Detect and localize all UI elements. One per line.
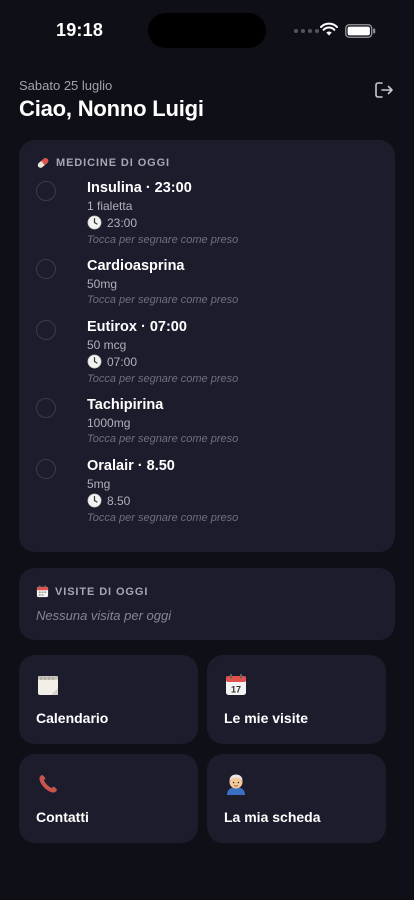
medicine-name: Insulina · 23:00 [87, 180, 192, 196]
medicine-item-eutirox[interactable]: Eutirox · 07:00 50 mcg 07:00 Tocca per s… [36, 319, 386, 387]
notepad-icon [38, 676, 58, 695]
tile-label: Contatti [36, 809, 89, 825]
medicine-item-cardioasprina[interactable]: Cardioasprina 50mg Tocca per segnare com… [36, 258, 386, 308]
header: Sabato 25 luglio Ciao, Nonno Luigi [19, 78, 395, 122]
dynamic-island [148, 13, 266, 48]
medicine-item-tachipirina[interactable]: Tachipirina 1000mg Tocca per segnare com… [36, 397, 386, 447]
greeting-title: Ciao, Nonno Luigi [19, 96, 204, 121]
medicine-dose: 1000mg [87, 416, 131, 430]
medicine-dose: 1 fialetta [87, 199, 133, 213]
medicine-time: 8.50 [87, 493, 130, 508]
medicine-hint: Tocca per segnare come preso [87, 373, 239, 385]
no-visits-message: Nessuna visita per oggi [36, 608, 172, 623]
elderly-man-icon [227, 774, 245, 795]
battery-icon [345, 24, 376, 38]
medicine-time-label: 07:00 [107, 354, 138, 369]
status-bar: 19:18 [0, 0, 414, 62]
tile-label: Calendario [36, 710, 109, 726]
medicine-checkbox[interactable] [36, 181, 56, 201]
logout-icon[interactable] [373, 80, 395, 100]
cellular-signal-icon [294, 29, 319, 33]
medicine-dose: 50 mcg [87, 338, 127, 352]
clock-icon [87, 493, 102, 508]
medicine-name: Cardioasprina [87, 258, 185, 274]
medicine-checkbox[interactable] [36, 320, 56, 340]
calendar-icon [36, 585, 49, 598]
tile-calendario[interactable]: Calendario [19, 655, 198, 744]
medicine-hint: Tocca per segnare come preso [87, 512, 239, 524]
visits-card: VISITE DI OGGI Nessuna visita per oggi [19, 568, 395, 640]
medicine-dose: 5mg [87, 477, 111, 491]
visits-title-label: VISITE DI OGGI [55, 585, 149, 598]
svg-text:17: 17 [231, 685, 241, 695]
medicines-section-title: MEDICINE DI OGGI [36, 156, 170, 170]
phone-icon [39, 775, 57, 793]
tile-label: La mia scheda [224, 809, 321, 825]
medicine-time: 07:00 [87, 354, 137, 369]
medicine-name: Eutirox · 07:00 [87, 319, 187, 335]
pill-icon [37, 158, 49, 168]
date-label: Sabato 25 luglio [19, 78, 113, 93]
medicine-item-insulina[interactable]: Insulina · 23:00 1 fialetta 23:00 Tocca … [36, 180, 386, 248]
medicines-title-label: MEDICINE DI OGGI [56, 157, 171, 169]
medicine-checkbox[interactable] [36, 398, 56, 418]
calendar-icon: 17 [226, 674, 246, 695]
medicine-checkbox[interactable] [36, 459, 56, 479]
tile-le-mie-visite[interactable]: 17 Le mie visite [207, 655, 386, 744]
clock-icon [87, 215, 102, 230]
medicine-name: Oralair · 8.50 [87, 458, 175, 474]
medicine-dose: 50mg [87, 277, 118, 291]
medicine-time-label: 8.50 [107, 493, 131, 508]
medicine-name: Tachipirina [87, 397, 164, 413]
medicines-card: MEDICINE DI OGGI Insulina · 23:00 1 fial… [19, 140, 395, 552]
medicine-hint: Tocca per segnare come preso [87, 294, 239, 306]
medicine-hint: Tocca per segnare come preso [87, 234, 239, 246]
medicine-item-oralair[interactable]: Oralair · 8.50 5mg 8.50 Tocca per segnar… [36, 458, 386, 526]
status-time: 19:18 [56, 20, 104, 40]
clock-icon [87, 354, 102, 369]
medicine-time: 23:00 [87, 215, 137, 230]
tile-label: Le mie visite [224, 710, 309, 726]
medicine-hint: Tocca per segnare come preso [87, 433, 239, 445]
wifi-icon [320, 22, 338, 36]
medicine-time-label: 23:00 [107, 215, 138, 230]
medicine-checkbox[interactable] [36, 259, 56, 279]
tile-contatti[interactable]: Contatti [19, 754, 198, 843]
tile-la-mia-scheda[interactable]: La mia scheda [207, 754, 386, 843]
visits-section-title: VISITE DI OGGI [36, 585, 148, 598]
